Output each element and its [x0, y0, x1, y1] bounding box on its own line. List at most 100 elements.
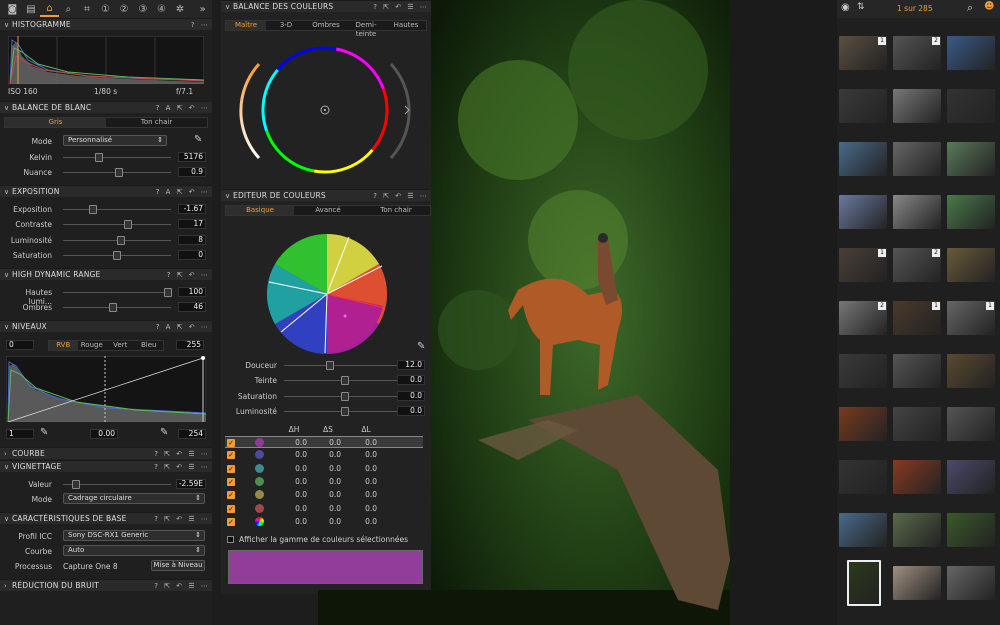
- menu-icon[interactable]: ⋯: [201, 269, 208, 281]
- copy-icon[interactable]: ⇱: [177, 102, 183, 114]
- levels-input-high[interactable]: 255: [176, 340, 204, 350]
- tab-1-icon[interactable]: ①: [96, 1, 115, 17]
- slider-knob[interactable]: [94, 153, 103, 162]
- help-icon[interactable]: ?: [154, 448, 158, 460]
- thumbnail[interactable]: [947, 354, 995, 388]
- vignetting-slider[interactable]: [63, 480, 171, 489]
- slider-knob[interactable]: [163, 288, 172, 297]
- thumbnail[interactable]: [839, 89, 887, 123]
- crop-icon[interactable]: ⌗: [78, 1, 97, 17]
- checkbox[interactable]: ✓: [227, 477, 235, 486]
- thumbnail[interactable]: [947, 566, 995, 600]
- checkbox[interactable]: ✓: [227, 504, 235, 513]
- exposure-row-value[interactable]: 8: [178, 234, 206, 245]
- show-selected-range-checkbox[interactable]: [227, 536, 234, 543]
- hdr-row-value[interactable]: 100: [178, 287, 206, 297]
- list-icon[interactable]: ☰: [188, 461, 194, 473]
- thumbnail[interactable]: [839, 407, 887, 441]
- user-icon[interactable]: ☻: [984, 1, 994, 12]
- black-eyedropper-icon[interactable]: ✎: [40, 427, 48, 438]
- menu-icon[interactable]: ⋯: [201, 102, 208, 114]
- search-icon[interactable]: ⌕: [967, 1, 973, 15]
- checkbox[interactable]: ✓: [227, 451, 235, 460]
- lens-search-icon[interactable]: ⌕: [59, 1, 78, 17]
- exposure-row-value[interactable]: -1.67: [178, 204, 206, 214]
- menu-icon[interactable]: ⋯: [201, 186, 208, 198]
- slider-knob[interactable]: [123, 220, 132, 230]
- gear-icon[interactable]: ✲: [171, 1, 190, 17]
- tab-3-icon[interactable]: ③: [133, 1, 152, 17]
- checkbox[interactable]: ✓: [227, 517, 235, 526]
- list-icon[interactable]: ☰: [188, 448, 194, 460]
- thumbnail[interactable]: [893, 89, 941, 123]
- eyedropper-icon[interactable]: ✎: [194, 134, 202, 145]
- reset-icon[interactable]: ↶: [189, 269, 195, 281]
- thumbnail[interactable]: [893, 460, 941, 494]
- wb-mode-select[interactable]: Personnalisé ⇕: [63, 135, 167, 146]
- library-icon[interactable]: ▤: [22, 1, 41, 17]
- thumbnail[interactable]: 1: [839, 36, 887, 70]
- slider-knob[interactable]: [71, 480, 80, 489]
- delta-h-value[interactable]: 0.0: [277, 450, 307, 459]
- thumbnail[interactable]: [947, 89, 995, 123]
- curve-select[interactable]: Auto ⇕: [63, 545, 205, 556]
- menu-icon[interactable]: ⋯: [201, 580, 208, 592]
- delta-h-value[interactable]: 0.0: [277, 438, 307, 447]
- hdr-row-value[interactable]: 46: [178, 302, 206, 312]
- base-characteristics-header[interactable]: ∨ CARACTÉRISTIQUES DE BASE? ⇱ ↶ ☰ ⋯: [0, 512, 212, 524]
- reset-icon[interactable]: ↶: [189, 186, 195, 198]
- copy-icon[interactable]: ⇱: [177, 321, 183, 333]
- help-icon[interactable]: ?: [156, 321, 160, 333]
- tab-green[interactable]: Vert: [106, 341, 135, 350]
- icc-profile-select[interactable]: Sony DSC-RX1 Generic ⇕: [63, 530, 205, 541]
- menu-icon[interactable]: ⋯: [201, 448, 208, 460]
- adjust-icon[interactable]: ⌂: [40, 1, 59, 17]
- tint-value[interactable]: 0.9: [178, 167, 206, 177]
- thumbnail[interactable]: 2: [893, 248, 941, 282]
- thumbnail[interactable]: [893, 513, 941, 547]
- thumbnail[interactable]: [839, 354, 887, 388]
- thumbnail[interactable]: 2: [893, 36, 941, 70]
- white-eyedropper-icon[interactable]: ✎: [160, 427, 168, 438]
- noise-reduction-header[interactable]: › RÉDUCTION DU BRUIT? ⇱ ↶ ☰ ⋯: [0, 579, 212, 591]
- levels-input-low[interactable]: 0: [6, 340, 34, 350]
- menu-icon[interactable]: ⋯: [201, 19, 208, 31]
- reset-icon[interactable]: ↶: [176, 448, 182, 460]
- slider-knob[interactable]: [113, 250, 121, 260]
- exposure-header[interactable]: ∨ EXPOSITION? A ⇱ ↶ ⋯: [0, 185, 212, 197]
- vignetting-amount-value[interactable]: -2.59E: [176, 479, 206, 489]
- levels-header[interactable]: ∨ NIVEAUX? A ⇱ ↶ ⋯: [0, 320, 212, 332]
- thumbnail[interactable]: [893, 142, 941, 176]
- tab-blue[interactable]: Bleu: [135, 341, 164, 350]
- help-icon[interactable]: ?: [191, 19, 195, 31]
- vignetting-header[interactable]: ∨ VIGNETTAGE? ⇱ ↶ ☰ ⋯: [0, 460, 212, 472]
- levels-graph[interactable]: [6, 356, 206, 422]
- thumbnail[interactable]: [947, 248, 995, 282]
- kelvin-value[interactable]: 5176: [178, 152, 206, 162]
- reset-icon[interactable]: ↶: [189, 102, 195, 114]
- copy-icon[interactable]: ⇱: [177, 269, 183, 281]
- checkbox[interactable]: ✓: [227, 439, 235, 447]
- exposure-row-slider[interactable]: [63, 250, 171, 260]
- white-balance-header[interactable]: ∨ BALANCE DE BLANC? A ⇱ ↶ ⋯: [0, 101, 212, 113]
- exposure-row-slider[interactable]: [63, 205, 171, 214]
- reset-icon[interactable]: ↶: [176, 513, 182, 525]
- copy-icon[interactable]: ⇱: [164, 448, 170, 460]
- thumbnail[interactable]: [839, 195, 887, 229]
- thumbnail[interactable]: [947, 142, 995, 176]
- delta-h-value[interactable]: 0.0: [277, 477, 307, 486]
- copy-icon[interactable]: ⇱: [164, 580, 170, 592]
- vignetting-mode-select[interactable]: Cadrage circulaire ⇕: [63, 493, 205, 504]
- tab-master[interactable]: Maître: [226, 21, 266, 30]
- thumbnail[interactable]: [839, 513, 887, 547]
- thumbnail[interactable]: [893, 407, 941, 441]
- tab-rgb[interactable]: RVB: [49, 341, 78, 350]
- thumbnail[interactable]: [893, 354, 941, 388]
- thumbnail[interactable]: [839, 460, 887, 494]
- thumbnail[interactable]: [947, 460, 995, 494]
- hdr-header[interactable]: ∨ HIGH DYNAMIC RANGE? ⇱ ↶ ⋯: [0, 268, 212, 280]
- camera-icon[interactable]: ◙: [3, 1, 22, 17]
- hdr-row-slider[interactable]: [63, 303, 171, 312]
- thumbnail[interactable]: [947, 513, 995, 547]
- exposure-row-slider[interactable]: [63, 220, 171, 230]
